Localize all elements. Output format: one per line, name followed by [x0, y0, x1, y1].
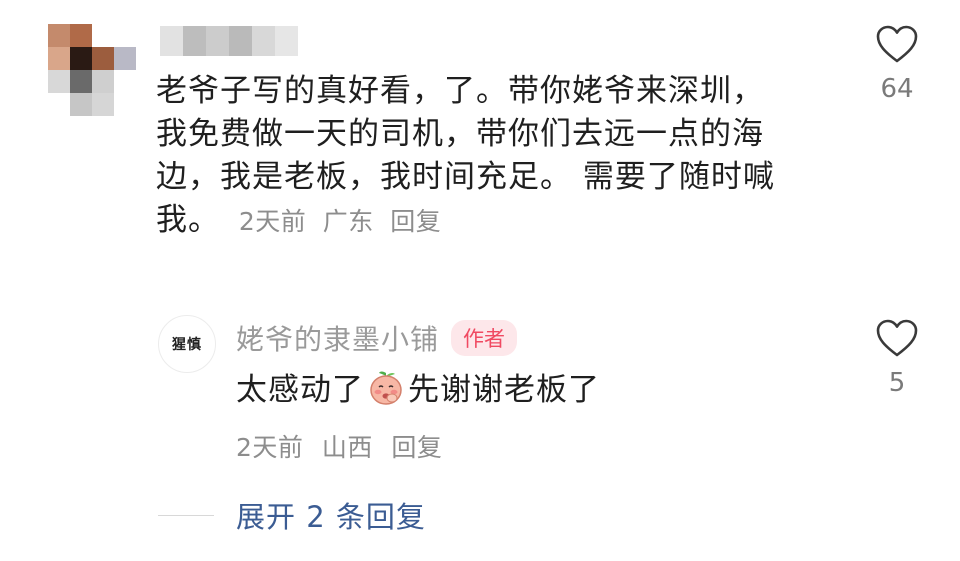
commenter-username-blurred[interactable]: [160, 26, 298, 56]
expand-divider: [158, 514, 214, 516]
commenter-avatar[interactable]: [48, 24, 136, 116]
reply-like-count: 5: [888, 368, 906, 398]
comment-last-line: 我。 2天前 广东 回复: [156, 199, 836, 243]
comment-meta: 2天前 广东 回复: [231, 207, 441, 236]
comment-location: 广东: [322, 207, 374, 236]
reply-location: 山西: [321, 433, 373, 462]
comment-like-count: 64: [880, 74, 914, 104]
heart-outline-icon[interactable]: [875, 318, 919, 358]
reply-text-before: 太感动了: [236, 372, 364, 408]
comment-thread: 老爷子写的真好看，了。带你姥爷来深圳， 我免费做一天的司机，带你们去远一点的海 …: [0, 0, 960, 561]
expand-replies-row: 展开 2 条回复: [158, 494, 426, 536]
comment-body: 老爷子写的真好看，了。带你姥爷来深圳， 我免费做一天的司机，带你们去远一点的海 …: [156, 70, 836, 243]
reply-like-control[interactable]: 5: [862, 318, 932, 398]
author-badge: 作者: [451, 320, 518, 356]
comment-line: 我免费做一天的司机，带你们去远一点的海: [156, 116, 764, 152]
heart-outline-icon[interactable]: [875, 24, 919, 64]
comment-line: 边，我是老板，我时间充足。 需要了随时喊: [156, 159, 775, 195]
comment-reply-button[interactable]: 回复: [390, 207, 441, 236]
author-avatar[interactable]: 猩慎: [158, 315, 216, 373]
author-name[interactable]: 姥爷的隶墨小铺: [236, 318, 439, 358]
reply-body: 太感动了 先谢谢老板了: [236, 364, 600, 409]
comment-time: 2天前: [238, 207, 307, 236]
reply-header: 姥爷的隶墨小铺 作者: [236, 318, 518, 358]
reply-meta: 2天前 山西 回复: [236, 428, 452, 464]
expand-replies-button[interactable]: 展开 2 条回复: [236, 494, 426, 536]
reply-reply-button[interactable]: 回复: [391, 433, 442, 462]
peach-blush-emoji-icon: [370, 371, 402, 405]
comment-like-control[interactable]: 64: [862, 24, 932, 104]
comment-line: 我。: [156, 202, 220, 238]
reply-text-after: 先谢谢老板了: [408, 372, 600, 408]
reply-time: 2天前: [236, 433, 304, 462]
comment-line: 老爷子写的真好看，了。带你姥爷来深圳，: [156, 73, 764, 109]
